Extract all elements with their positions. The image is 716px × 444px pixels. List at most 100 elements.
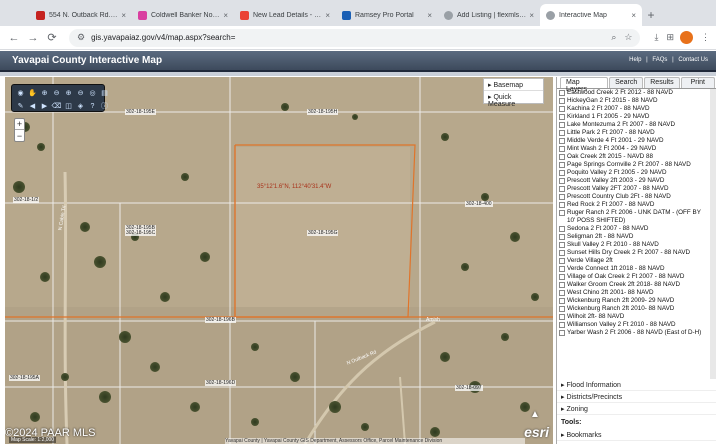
layer-checkbox[interactable] — [559, 210, 565, 216]
layer-checkbox[interactable] — [559, 122, 565, 128]
info-icon[interactable]: ⓘ — [99, 100, 110, 112]
layer-item[interactable]: Lake Montezuma 2 Ft 2007 - 88 NAVD — [557, 121, 710, 129]
layer-item[interactable]: Wilhoit 2ft- 88 NAVD — [557, 313, 710, 321]
contact-us-link[interactable]: Contact Us — [678, 57, 708, 63]
extensions-icon[interactable]: ⊞ — [666, 32, 674, 43]
layer-item[interactable]: Sunset Hills Dry Creek 2 Ft 2007 - 88 NA… — [557, 249, 710, 257]
menu-dots-icon[interactable]: ⋮ — [701, 32, 710, 43]
layer-item[interactable]: Prescott Valley 2FT 2007 - 88 NAVD — [557, 185, 710, 193]
layer-checkbox[interactable] — [559, 282, 565, 288]
layers-icon[interactable]: ◫ — [63, 100, 74, 112]
layer-checkbox[interactable] — [559, 162, 565, 168]
layer-checkbox[interactable] — [559, 306, 565, 312]
layer-item[interactable]: Kirkland 1 Ft 2005 - 29 NAVD — [557, 113, 710, 121]
download-icon[interactable]: ⤓ — [654, 32, 658, 43]
layer-checkbox[interactable] — [559, 194, 565, 200]
layer-item[interactable]: Yarber Wash 2 Ft 2006 - 88 NAVD (East of… — [557, 329, 710, 337]
layer-checkbox[interactable] — [559, 138, 565, 144]
layer-checkbox[interactable] — [559, 170, 565, 176]
layer-checkbox[interactable] — [559, 330, 565, 336]
draw-pencil-icon[interactable]: ✎ — [15, 100, 26, 112]
layer-checkbox[interactable] — [559, 234, 565, 240]
tab-results[interactable]: Results — [644, 77, 680, 88]
browser-tab-1[interactable]: Coldwell Banker Northland× — [132, 4, 234, 26]
full-extent-icon[interactable]: ◈ — [75, 100, 86, 112]
layer-item[interactable]: Oak Creek 2ft 2015 - NAVD 88 — [557, 153, 710, 161]
reload-icon[interactable]: ⟳ — [44, 30, 60, 46]
zoom-out-button[interactable]: − — [15, 130, 24, 141]
site-info-icon[interactable]: ⚙ — [77, 32, 85, 43]
pan-hand-icon[interactable]: ✋ — [27, 87, 38, 99]
layer-checkbox[interactable] — [559, 114, 565, 120]
layer-item[interactable]: West Chino 2ft 2001- 88 NAVD — [557, 289, 710, 297]
close-icon[interactable]: × — [121, 11, 126, 20]
help-link[interactable]: Help — [629, 57, 641, 63]
layer-item[interactable]: Prescott Country Club 2Ft - 88 NAVD — [557, 193, 710, 201]
layer-list[interactable]: Eastwood Creek 2 Ft 2012 - 88 NAVD Hickey… — [557, 89, 716, 379]
forward-arrow-icon[interactable]: → — [25, 30, 41, 46]
bookmarks-section[interactable]: ▸ Bookmarks — [557, 429, 716, 441]
layer-item[interactable]: Little Park 2 Ft 2007 - 88 NAVD — [557, 129, 710, 137]
layer-checkbox[interactable] — [559, 106, 565, 112]
layer-checkbox[interactable] — [559, 226, 565, 232]
layer-checkbox[interactable] — [559, 154, 565, 160]
layer-item[interactable]: Poquito Valley 2 Ft 2005 - 29 NAVD — [557, 169, 710, 177]
browser-tab-4[interactable]: Add Listing | flexmls Web× — [438, 4, 540, 26]
forward-extent-icon[interactable]: ▶ — [39, 100, 50, 112]
back-arrow-icon[interactable]: ← — [6, 30, 22, 46]
layer-checkbox[interactable] — [559, 98, 565, 104]
profile-avatar[interactable] — [680, 31, 693, 44]
print-icon[interactable]: ▤ — [99, 87, 110, 99]
layer-checkbox[interactable] — [559, 186, 565, 192]
layer-item[interactable]: Page Springs Cornville 2 Ft 2007 - 88 NA… — [557, 161, 710, 169]
layer-item[interactable]: Kachina 2 Ft 2007 - 88 NAVD — [557, 105, 710, 113]
new-tab-button[interactable]: + — [642, 4, 660, 26]
layer-checkbox[interactable] — [559, 322, 565, 328]
zoom-in-button[interactable]: + — [15, 119, 24, 130]
layer-item[interactable]: Walker Groom Creek 2ft 2018- 88 NAVD — [557, 281, 710, 289]
url-text[interactable]: gis.yavapaiaz.gov/v4/map.aspx?search= — [91, 33, 603, 42]
layer-item[interactable]: Eastwood Creek 2 Ft 2012 - 88 NAVD — [557, 89, 710, 97]
layer-item[interactable]: Skull Valley 2 Ft 2010 - 88 NAVD — [557, 241, 710, 249]
close-icon[interactable]: × — [631, 11, 636, 20]
faqs-link[interactable]: FAQs — [652, 57, 667, 63]
layer-checkbox[interactable] — [559, 298, 565, 304]
search-icon[interactable]: ⌕ — [611, 32, 616, 43]
tab-search[interactable]: Search — [609, 77, 644, 88]
layer-checkbox[interactable] — [559, 178, 565, 184]
quick-measure-toggle[interactable]: ▸ Quick Measure — [484, 91, 543, 108]
tab-map-layers[interactable]: Map Layers — [560, 77, 609, 93]
close-icon[interactable]: × — [529, 11, 534, 20]
browser-tab-2[interactable]: New Lead Details - Ray Sc× — [234, 4, 336, 26]
close-icon[interactable]: × — [223, 11, 228, 20]
layer-item[interactable]: Sedona 2 Ft 2007 - 88 NAVD — [557, 225, 710, 233]
help-icon[interactable]: ? — [87, 100, 98, 112]
layer-item[interactable]: Middle Verde 4 Ft 2001 - 29 NAVD — [557, 137, 710, 145]
layer-checkbox[interactable] — [559, 90, 565, 96]
layer-item[interactable]: Red Rock 2 Ft 2007 - 88 NAVD — [557, 201, 710, 209]
zoom-box-icon[interactable]: ⊕ — [63, 87, 74, 99]
bookmark-star-icon[interactable]: ☆ — [624, 32, 632, 43]
zoning-section[interactable]: ▸ Zoning — [557, 403, 716, 415]
back-extent-icon[interactable]: ◀ — [27, 100, 38, 112]
address-bar[interactable]: ⚙ gis.yavapaiaz.gov/v4/map.aspx?search= … — [69, 28, 641, 47]
layer-item[interactable]: HickeyGan 2 Ft 2015 - 88 NAVD — [557, 97, 710, 105]
zoom-in-icon[interactable]: ⊕ — [39, 87, 50, 99]
flood-information-section[interactable]: ▸ Flood Information — [557, 379, 716, 391]
browser-tab-0[interactable]: 554 N. Outback Rd.,Avery× — [30, 4, 132, 26]
close-icon[interactable]: × — [325, 11, 330, 20]
layer-item[interactable]: Ruger Ranch 2 Ft 2006 - UNK DATM - (OFF … — [557, 209, 710, 225]
layer-item[interactable]: Verde Village 2ft — [557, 257, 710, 265]
globe-icon[interactable]: ◉ — [15, 87, 26, 99]
zoom-box-out-icon[interactable]: ⊖ — [75, 87, 86, 99]
map-canvas[interactable]: 302-18-195E 302-18-195H 302-18-195B 302-… — [5, 77, 553, 444]
layer-item[interactable]: Wickenburg Ranch 2ft 2009- 29 NAVD — [557, 297, 710, 305]
layer-checkbox[interactable] — [559, 130, 565, 136]
layer-checkbox[interactable] — [559, 250, 565, 256]
layer-item[interactable]: Seligman 2ft - 88 NAVD — [557, 233, 710, 241]
layer-item[interactable]: Mint Wash 2 Ft 2004 - 29 NAVD — [557, 145, 710, 153]
layer-checkbox[interactable] — [559, 314, 565, 320]
browser-tab-3[interactable]: Ramsey Pro Portal × — [336, 4, 438, 26]
layer-item[interactable]: Village of Oak Creek 2 Ft 2007 - 88 NAVD — [557, 273, 710, 281]
browser-tab-5[interactable]: Interactive Map × — [540, 4, 642, 26]
